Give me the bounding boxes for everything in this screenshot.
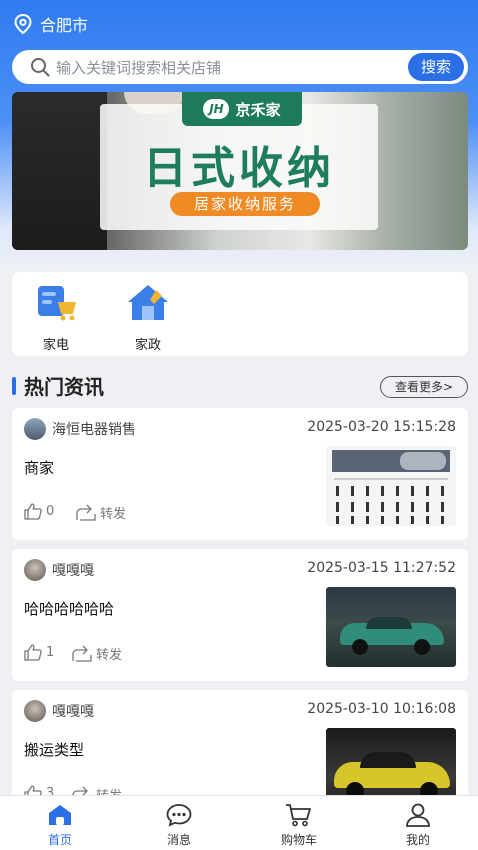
tab-profile[interactable]: 我的 bbox=[378, 802, 458, 848]
product-catalog-image bbox=[326, 446, 456, 526]
section-title: 热门资讯 bbox=[12, 371, 104, 400]
view-more-button[interactable]: 查看更多> bbox=[380, 376, 468, 398]
profile-icon bbox=[406, 803, 430, 827]
location-selector[interactable]: 合肥市 bbox=[14, 12, 88, 36]
appliance-icon bbox=[38, 286, 76, 321]
housekeeping-icon bbox=[128, 285, 168, 320]
home-icon bbox=[49, 805, 71, 825]
banner-photo-figure bbox=[12, 92, 107, 250]
section-title-text: 热门资讯 bbox=[24, 375, 104, 399]
tab-home[interactable]: 首页 bbox=[20, 802, 100, 848]
green-sports-car-image bbox=[326, 587, 456, 667]
brand-name: 京禾家 bbox=[235, 100, 281, 119]
promo-banner[interactable]: JH 京禾家 日式收纳 居家收纳服务 bbox=[12, 92, 468, 250]
tab-label: 我的 bbox=[405, 833, 430, 847]
category-appliance[interactable]: 家电 bbox=[26, 282, 86, 353]
news-card[interactable]: 海恒电器销售 2025-03-20 15:15:28 商家 0 转发 bbox=[12, 408, 468, 540]
message-icon bbox=[166, 804, 192, 827]
avatar bbox=[24, 559, 46, 581]
author-name: 嘎嘎嘎 bbox=[52, 704, 94, 720]
news-card[interactable]: 嘎嘎嘎 2025-03-15 11:27:52 哈哈哈哈哈哈 1 转发 bbox=[12, 549, 468, 681]
brand-logo: JH 京禾家 bbox=[182, 92, 302, 126]
category-label: 家电 bbox=[42, 338, 69, 353]
banner-title: 日式收纳 bbox=[143, 143, 335, 194]
tab-label: 消息 bbox=[166, 833, 191, 847]
avatar bbox=[24, 418, 46, 440]
search-icon bbox=[31, 58, 50, 77]
banner-ribbon: 居家收纳服务 bbox=[170, 192, 320, 216]
share-label: 转发 bbox=[100, 507, 127, 522]
author-name: 海恒电器销售 bbox=[52, 422, 136, 438]
location-pin-icon bbox=[14, 14, 32, 34]
bottom-tab-bar: 首页 消息 购物车 我的 bbox=[0, 795, 478, 850]
thumbs-up-icon bbox=[24, 503, 42, 520]
category-panel: 家电 家政 bbox=[12, 272, 468, 356]
share-icon bbox=[76, 504, 96, 521]
like-button[interactable]: 1 bbox=[24, 644, 54, 661]
city-name: 合肥市 bbox=[40, 16, 89, 35]
tab-label: 购物车 bbox=[280, 833, 317, 847]
tab-label: 首页 bbox=[47, 833, 72, 847]
post-time: 2025-03-10 10:16:08 bbox=[307, 701, 456, 717]
brand-mark-icon: JH bbox=[203, 99, 230, 119]
share-button[interactable]: 转发 bbox=[72, 644, 122, 663]
cart-icon bbox=[286, 804, 311, 827]
search-button[interactable]: 搜索 bbox=[408, 53, 464, 81]
share-button[interactable]: 转发 bbox=[76, 503, 126, 522]
share-icon bbox=[72, 645, 92, 662]
news-title: 搬运类型 bbox=[24, 741, 85, 759]
news-title: 哈哈哈哈哈哈 bbox=[24, 600, 115, 618]
like-count: 1 bbox=[46, 645, 55, 660]
news-title: 商家 bbox=[24, 459, 55, 477]
tab-messages[interactable]: 消息 bbox=[139, 802, 219, 848]
like-count: 0 bbox=[46, 504, 55, 519]
thumbs-up-icon bbox=[24, 644, 42, 661]
category-label: 家政 bbox=[134, 338, 161, 353]
search-bar[interactable]: 输入关键词搜索相关店铺 搜索 bbox=[12, 50, 468, 84]
share-label: 转发 bbox=[96, 648, 123, 663]
tab-cart[interactable]: 购物车 bbox=[259, 802, 339, 848]
post-time: 2025-03-15 11:27:52 bbox=[307, 560, 456, 576]
avatar bbox=[24, 700, 46, 722]
author-name: 嘎嘎嘎 bbox=[52, 563, 94, 579]
search-input[interactable]: 输入关键词搜索相关店铺 bbox=[56, 57, 221, 78]
like-button[interactable]: 0 bbox=[24, 503, 54, 520]
section-marker bbox=[12, 376, 16, 395]
category-housekeeping[interactable]: 家政 bbox=[118, 282, 178, 353]
post-time: 2025-03-20 15:15:28 bbox=[307, 419, 456, 435]
